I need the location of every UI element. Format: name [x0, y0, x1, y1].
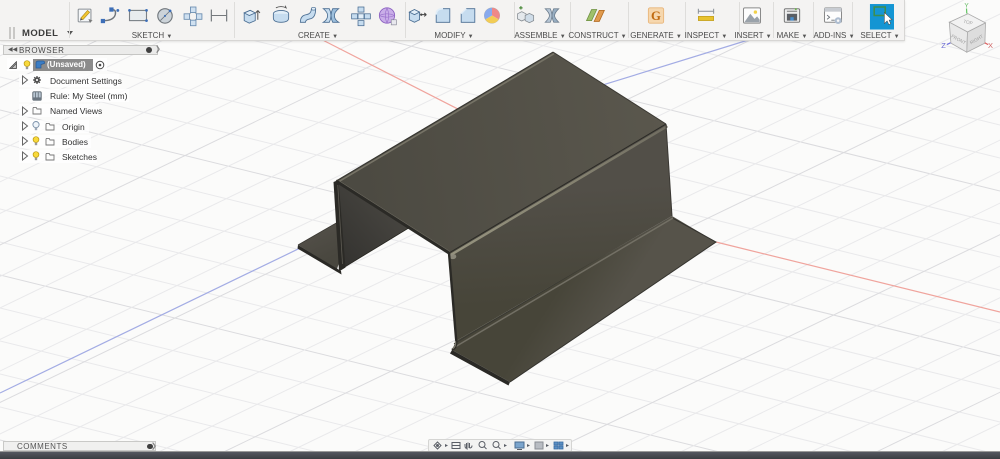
svg-text:X: X: [988, 41, 993, 50]
svg-text:Y: Y: [964, 3, 969, 10]
svg-text:Z: Z: [941, 41, 946, 50]
svg-text:G: G: [651, 9, 661, 23]
